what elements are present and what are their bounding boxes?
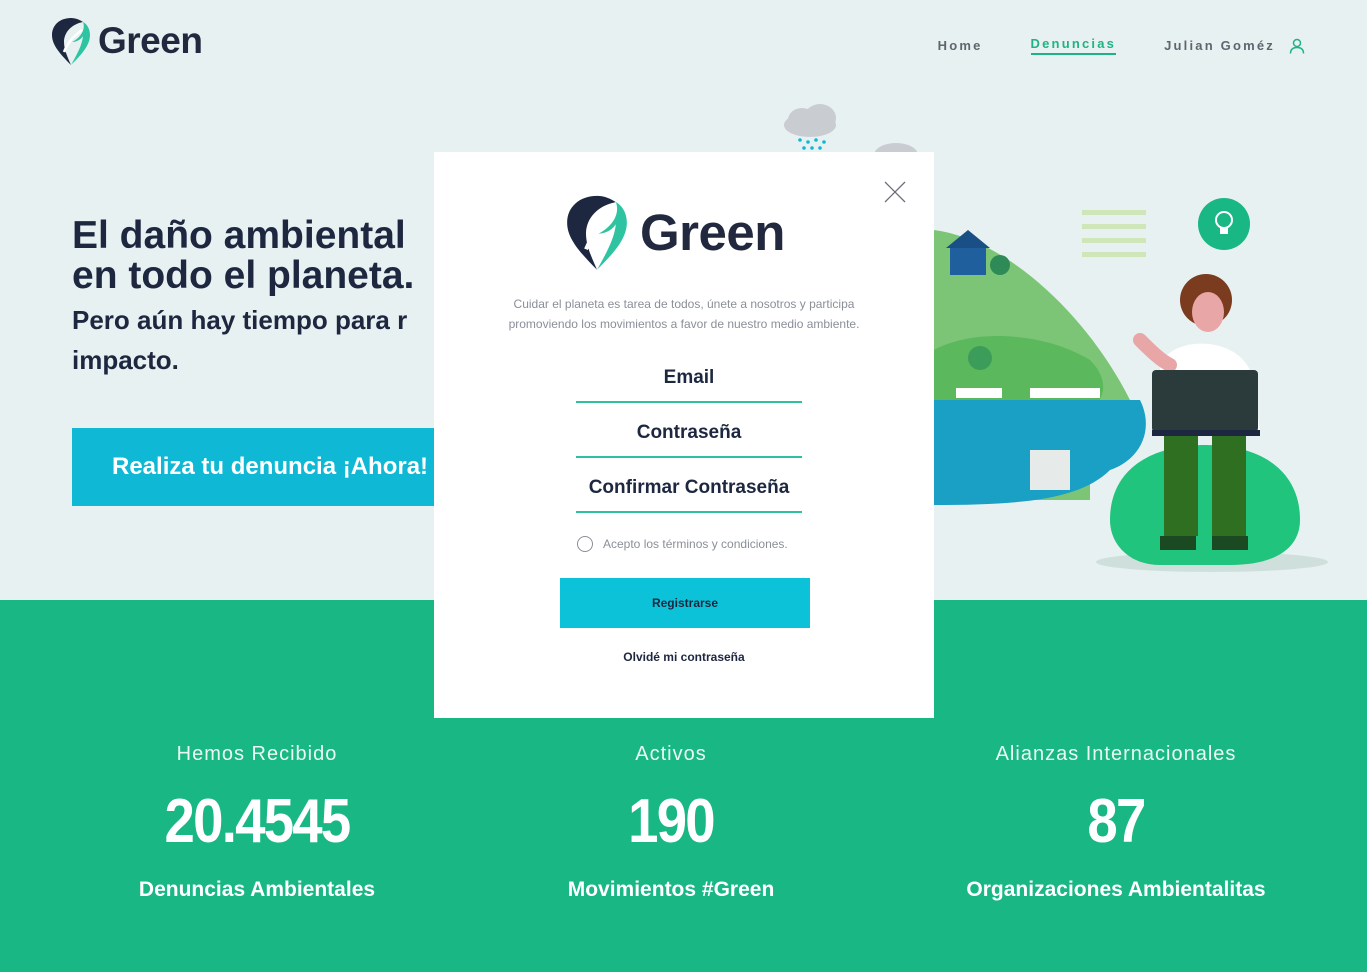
stat-value: 87 xyxy=(1087,787,1146,856)
stat-label: Alianzas Internacionales xyxy=(995,743,1237,765)
hero-title: El daño ambiental en todo el planeta. xyxy=(72,216,414,296)
list-lines-icon xyxy=(1082,210,1146,257)
user-icon[interactable] xyxy=(1289,38,1305,54)
register-button[interactable]: Registrarse xyxy=(560,578,810,628)
nav-denuncias[interactable]: Denuncias xyxy=(1030,36,1117,55)
terms-label: Acepto los términos y condiciones. xyxy=(603,537,788,551)
password-field[interactable] xyxy=(576,410,802,458)
modal-brand-logo: Green xyxy=(564,192,785,272)
stat-caption: Denuncias Ambientales xyxy=(138,878,376,901)
hero-subtitle: Pero aún hay tiempo para r impacto. xyxy=(72,300,407,380)
report-now-button[interactable]: Realiza tu denuncia ¡Ahora! xyxy=(72,428,452,506)
lightbulb-icon xyxy=(1198,198,1250,250)
confirm-password-field[interactable] xyxy=(576,465,802,513)
brand-name: Green xyxy=(98,20,203,61)
hero-subtitle-line2: impacto. xyxy=(72,345,179,375)
terms-radio[interactable] xyxy=(577,536,593,552)
brand-logo[interactable]: Green xyxy=(50,16,203,66)
terms-checkbox[interactable]: Acepto los términos y condiciones. xyxy=(577,536,788,552)
hero-title-line2: en todo el planeta. xyxy=(72,254,415,297)
rain-cloud-icon xyxy=(784,104,836,150)
nav-home[interactable]: Home xyxy=(938,38,983,53)
register-modal: Green Cuidar el planeta es tarea de todo… xyxy=(434,152,934,718)
landscape-illustration xyxy=(934,230,1146,505)
stat-caption: Organizaciones Ambientalitas xyxy=(966,878,1266,901)
hero-title-line1: El daño ambiental xyxy=(72,214,406,257)
nav-user[interactable]: Julian Goméz xyxy=(1164,38,1305,54)
main-nav: Home Denuncias Julian Goméz xyxy=(938,36,1305,55)
stat-value: 190 xyxy=(628,787,716,856)
close-icon[interactable] xyxy=(883,180,907,204)
leaf-logo-icon xyxy=(52,18,90,65)
stat-value: 20.4545 xyxy=(164,787,352,856)
stat-label: Activos xyxy=(635,743,707,765)
modal-brand-name: Green xyxy=(640,203,785,261)
email-field[interactable] xyxy=(576,355,802,403)
modal-description: Cuidar el planeta es tarea de todos, úne… xyxy=(474,294,894,334)
hero-subtitle-line1: Pero aún hay tiempo para r xyxy=(72,305,408,335)
description-line2: promoviendo los movimientos a favor de n… xyxy=(508,317,860,331)
description-line1: Cuidar el planeta es tarea de todos, úne… xyxy=(513,297,855,311)
stat-label: Hemos Recibido xyxy=(176,743,338,765)
forgot-password-link[interactable]: Olvidé mi contraseña xyxy=(434,650,934,664)
leaf-logo-icon xyxy=(567,195,627,270)
user-name[interactable]: Julian Goméz xyxy=(1164,38,1275,53)
stat-caption: Movimientos #Green xyxy=(567,878,775,901)
